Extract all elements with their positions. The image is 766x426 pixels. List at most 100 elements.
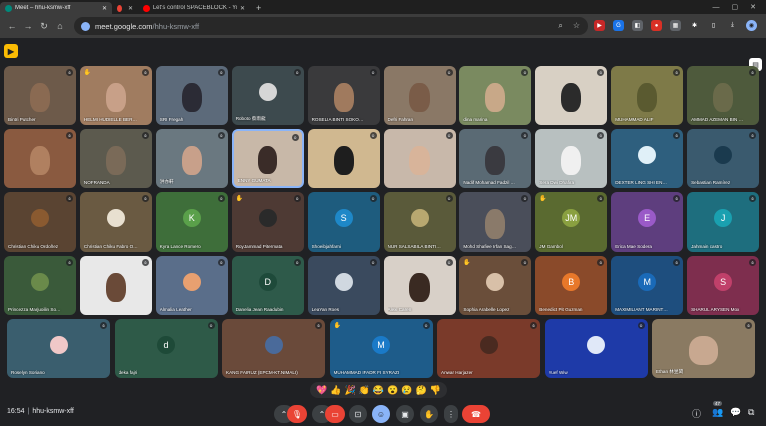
participant-tile[interactable]: ⦸ Alexi Caren: [383, 256, 456, 315]
chat-icon[interactable]: 💬: [730, 407, 741, 418]
participant-tile[interactable]: K ⦸ Kyra Lance Romero: [155, 192, 228, 252]
participant-tile[interactable]: ⦸ Christian Chiku Ordoñez: [4, 192, 76, 252]
participant-video: [689, 335, 718, 366]
activities-icon[interactable]: ⧉: [748, 407, 754, 418]
home-icon[interactable]: ⌂: [52, 21, 68, 31]
participant-tile[interactable]: ⦸ AMMAD AZEMAN BIN BA...: [687, 66, 760, 125]
extension-icon[interactable]: ▶: [594, 20, 605, 31]
participant-name: Roselyn Soriano: [11, 370, 45, 375]
participant-tile[interactable]: ⦸ Princezza Marjuoilin Sodera: [4, 256, 76, 315]
sidebar-icon[interactable]: ▯: [708, 20, 719, 31]
reaction-emoji[interactable]: 🤔: [416, 385, 427, 396]
participant-tile[interactable]: ⦸ LeaYan Roes: [307, 256, 380, 315]
captions-button[interactable]: ⊡: [349, 405, 367, 423]
download-icon[interactable]: ⤓: [727, 20, 738, 31]
participant-tile[interactable]: ⦸ SRI Fregah: [155, 66, 228, 125]
participant-tile[interactable]: JM ✋ ⦸ JM Gambol: [535, 192, 608, 252]
extensions-puzzle-icon[interactable]: ✱: [689, 20, 700, 31]
participant-tile[interactable]: ⦸ Nadif Mohamad Fadzil Abd...: [459, 129, 532, 188]
participant-tile[interactable]: ⦸ 洪亦軒: [155, 129, 228, 188]
reactions-button[interactable]: ☺: [372, 405, 390, 423]
more-options-button[interactable]: ⋮: [444, 405, 458, 423]
participant-tile[interactable]: ⦸ DEXTER LING SHI ENG (FG...: [611, 129, 684, 188]
participant-tile[interactable]: ⦸: [535, 66, 608, 125]
participant-tile[interactable]: ⦸ KANG FAIRUZ (EPCM-KT.NIMALI): [222, 319, 325, 378]
reload-icon[interactable]: ↻: [36, 21, 52, 32]
close-tab-icon[interactable]: ✕: [240, 5, 245, 12]
participant-tile[interactable]: ⦸ Sera Dwi Dhafira: [535, 129, 608, 188]
participant-tile[interactable]: ⦸ Almalia Leather: [155, 256, 228, 315]
maximize-icon[interactable]: ▢: [732, 2, 739, 14]
participant-tile[interactable]: ⦸: [79, 256, 152, 315]
participant-tile[interactable]: ⦸ NUR SALSABILA BINTI SA...: [383, 192, 456, 252]
browser-tab[interactable]: Let's control SPACEBLOCK - Yo ✕: [138, 2, 250, 14]
address-bar[interactable]: meet.google.com/hhu-ksmw-xff ⌕ ☆: [74, 17, 588, 35]
present-button[interactable]: ▣: [396, 405, 414, 423]
participant-tile[interactable]: ⦸: [307, 129, 380, 188]
extension-icon[interactable]: G: [613, 20, 624, 31]
bookmark-star-icon[interactable]: ☆: [573, 21, 580, 31]
participant-tile[interactable]: J ⦸ Jahmain castro: [687, 192, 760, 252]
participant-tile[interactable]: B ⦸ Benedict Pit Guzman: [535, 256, 608, 315]
extension-icon[interactable]: ▦: [670, 20, 681, 31]
participant-tile[interactable]: ⦸ NOFRANDA: [79, 129, 152, 188]
participant-tile[interactable]: ⦸ MUHAMMAD ALIF: [611, 66, 684, 125]
extension-icon[interactable]: ◧: [632, 20, 643, 31]
participant-tile[interactable]: ⦸ Christian Chiku Fabro Ordi...: [79, 192, 152, 252]
reaction-emoji[interactable]: 👏: [359, 385, 370, 396]
reaction-emoji[interactable]: 😢: [401, 385, 412, 396]
participant-tile[interactable]: d ⦸ deka fajri: [114, 319, 218, 378]
participant-tile[interactable]: ⦸ ROSELIA BINTI SOKODINATA: [307, 66, 380, 125]
participant-tile[interactable]: D ⦸ Danelia Jean Raadubin: [231, 256, 304, 315]
new-tab-button[interactable]: +: [250, 2, 267, 14]
participant-tile[interactable]: ⦸ Roselyn Soriano: [7, 319, 110, 378]
camera-off-button[interactable]: ▭: [325, 405, 345, 423]
participant-tile[interactable]: M ⦸ MAXIMILIANT MARINTO...: [611, 256, 684, 315]
browser-tab[interactable]: Meet – hhu-ksmw-xff ✕: [0, 2, 112, 14]
participant-tile[interactable]: ⦸ Sebastian Ramírez: [687, 129, 760, 188]
participant-tile[interactable]: ⦸: [4, 129, 76, 188]
participant-tile[interactable]: M ✋ ⦸ MUHAMMAD IFADR FI SYRAZI: [329, 319, 433, 378]
muted-mic-icon: ⦸: [217, 259, 225, 266]
participant-tile[interactable]: ⦸ Bintri Putcher: [4, 66, 76, 125]
muted-mic-icon: ⦸: [422, 322, 430, 329]
close-tab-icon[interactable]: ✕: [128, 5, 133, 12]
participant-tile[interactable]: ⦸ ENNY GUMATA: [231, 129, 304, 188]
participant-tile[interactable]: S ⦸ SHARUL ARYSEN Mox: [687, 256, 760, 315]
search-icon[interactable]: ⌕: [558, 21, 562, 31]
participant-tile[interactable]: ⦸: [383, 129, 456, 188]
site-info-icon[interactable]: [81, 21, 90, 31]
participant-tile[interactable]: ⦸ Yuef Wiw: [544, 319, 648, 378]
leave-call-button[interactable]: ☎: [462, 405, 490, 423]
reaction-emoji[interactable]: 👎: [430, 385, 441, 396]
people-icon[interactable]: 👥: [712, 407, 723, 418]
reaction-emoji[interactable]: 😂: [373, 385, 384, 396]
participant-tile[interactable]: ⦸ Roboto 蔡雨龍: [231, 66, 304, 125]
participant-tile[interactable]: ⦸ dina marina: [459, 66, 532, 125]
participant-tile[interactable]: E ⦸ Erica Mae Sodera: [611, 192, 684, 252]
participant-tile[interactable]: ✋ ⦸ HELMI HUDIELLE BERT KEI...: [79, 66, 152, 125]
meeting-details-icon[interactable]: ⓘ: [692, 407, 701, 420]
participant-tile[interactable]: S ⦸ Shoeibjahfarni: [307, 192, 380, 252]
reaction-emoji[interactable]: 🎉: [344, 385, 355, 396]
profile-avatar[interactable]: ◉: [746, 20, 757, 31]
minimize-icon[interactable]: —: [713, 2, 720, 14]
microphone-off-button[interactable]: 🎙: [287, 405, 307, 423]
reaction-emoji[interactable]: 👍: [330, 385, 341, 396]
reaction-emoji[interactable]: 😮: [387, 385, 398, 396]
participant-tile[interactable]: ⦸ Defri Fahran: [383, 66, 456, 125]
extension-icon[interactable]: ●: [651, 20, 662, 31]
reaction-emoji[interactable]: 💖: [316, 385, 327, 396]
muted-mic-icon: ⦸: [445, 132, 453, 139]
raise-hand-button[interactable]: ✋: [420, 405, 438, 423]
forward-icon[interactable]: →: [20, 21, 36, 31]
close-window-icon[interactable]: ✕: [750, 2, 756, 14]
browser-tab[interactable]: ✕: [112, 2, 138, 14]
participant-tile[interactable]: ✋ ⦸ Sophia Arabelle Lopez: [459, 256, 532, 315]
participant-tile[interactable]: ⦸ Mohd Shafiee Irfan Sagala...: [459, 192, 532, 252]
participant-tile[interactable]: ⦸ Ethan 林昱閎: [652, 319, 755, 378]
participant-tile[interactable]: ✋ ⦸ RoyJammad Pitermata: [231, 192, 304, 252]
participant-tile[interactable]: ⦸ Anwar Harjazer: [437, 319, 540, 378]
close-tab-icon[interactable]: ✕: [102, 5, 107, 12]
back-icon[interactable]: ←: [4, 21, 20, 31]
